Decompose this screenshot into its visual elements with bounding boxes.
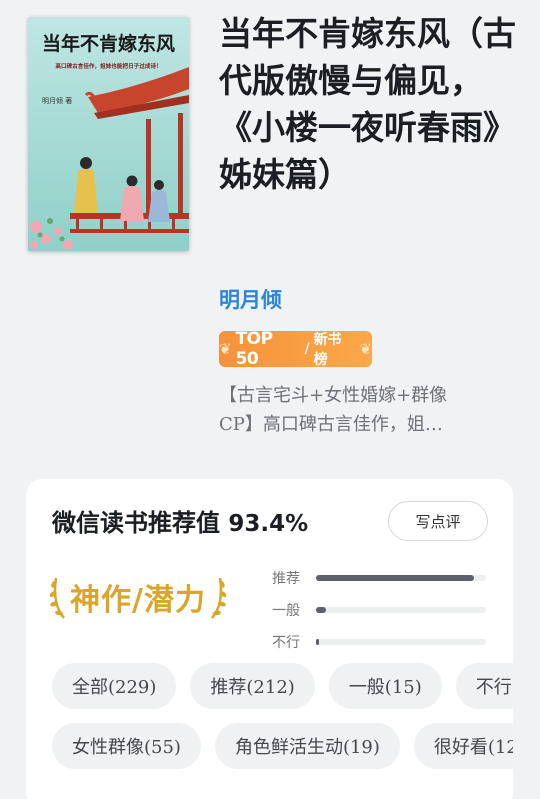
distribution-track bbox=[316, 639, 486, 645]
write-review-button[interactable]: 写点评 bbox=[388, 501, 488, 541]
distribution-bar-fill bbox=[316, 575, 475, 581]
rating-level-badge: 神作/潜力 bbox=[48, 574, 228, 620]
cover-tagline: 高口碑古言佳作，姐妹也能把日子过成诗！ bbox=[55, 64, 162, 70]
book-title: 当年不肯嫁东风（古代版傲慢与偏见，《小楼一夜听春雨》姊妹篇） bbox=[219, 14, 516, 194]
rank-badge[interactable]: ❦ TOP 50 / 新书榜 ❦ bbox=[219, 329, 372, 369]
rating-distribution: 推荐 一般 不行 bbox=[272, 562, 492, 658]
review-tag-chip[interactable]: 很好看(12) bbox=[413, 723, 513, 769]
rank-badge-list: 新书榜 bbox=[313, 332, 342, 368]
review-tag-chip[interactable]: 全部(229) bbox=[52, 663, 177, 709]
laurel-left-icon: ❦ bbox=[219, 340, 232, 358]
cover-title: 当年不肯嫁东风 bbox=[41, 33, 175, 55]
distribution-label: 推荐 bbox=[272, 571, 300, 587]
rating-level-text: 神作/潜力 bbox=[70, 583, 206, 618]
tag-row-1: 全部(229) 推荐(212) 一般(15) 不行(2) bbox=[52, 663, 513, 709]
cover-author: 明月倾 著 bbox=[42, 97, 73, 105]
distribution-bar-fill bbox=[316, 607, 327, 613]
author-link[interactable]: 明月倾 bbox=[219, 284, 282, 314]
rank-badge-main: TOP 50 bbox=[235, 329, 274, 369]
rating-card: 微信读书推荐值 93.4% 写点评 神作/潜力 推荐 一般 不行 全部(229)… bbox=[26, 479, 513, 799]
distribution-track bbox=[316, 607, 486, 613]
distribution-row-recommend: 推荐 bbox=[272, 562, 492, 594]
laurel-right-gold-icon bbox=[210, 577, 227, 619]
distribution-row-average: 一般 bbox=[272, 594, 492, 626]
rank-badge-separator: / bbox=[304, 341, 310, 357]
distribution-row-bad: 不行 bbox=[272, 626, 492, 658]
recommend-score-label: 微信读书推荐值 bbox=[52, 509, 220, 537]
book-cover[interactable]: 当年不肯嫁东风 高口碑古言佳作，姐妹也能把日子过成诗！ 明月倾 著 bbox=[28, 17, 189, 251]
recommend-score: 微信读书推荐值 93.4% bbox=[52, 503, 308, 538]
intro-line-2: CP】高口碑古言佳作，姐… bbox=[219, 414, 443, 435]
review-tag-chip[interactable]: 推荐(212) bbox=[190, 663, 315, 709]
book-intro[interactable]: 【古言宅斗+女性婚嫁+群像 CP】高口碑古言佳作，姐… bbox=[219, 381, 503, 439]
review-tag-chip[interactable]: 一般(15) bbox=[328, 663, 442, 709]
review-tag-chip[interactable]: 角色鲜活生动(19) bbox=[214, 723, 400, 769]
tag-row-2: 女性群像(55) 角色鲜活生动(19) 很好看(12) bbox=[52, 723, 513, 769]
distribution-label: 不行 bbox=[272, 635, 300, 651]
recommend-score-value: 93.4% bbox=[228, 511, 309, 537]
distribution-bar-fill bbox=[316, 639, 320, 645]
laurel-right-icon: ❦ bbox=[359, 340, 372, 358]
distribution-track bbox=[316, 575, 486, 581]
laurel-left-gold-icon bbox=[49, 577, 65, 619]
intro-line-1: 【古言宅斗+女性婚嫁+群像 bbox=[219, 385, 448, 406]
review-tag-chip[interactable]: 不行(2) bbox=[455, 663, 513, 709]
distribution-label: 一般 bbox=[272, 603, 300, 619]
review-tag-chip[interactable]: 女性群像(55) bbox=[52, 723, 201, 769]
review-filter-tags: 全部(229) 推荐(212) 一般(15) 不行(2) 女性群像(55) 角色鲜活生动… bbox=[52, 663, 513, 783]
